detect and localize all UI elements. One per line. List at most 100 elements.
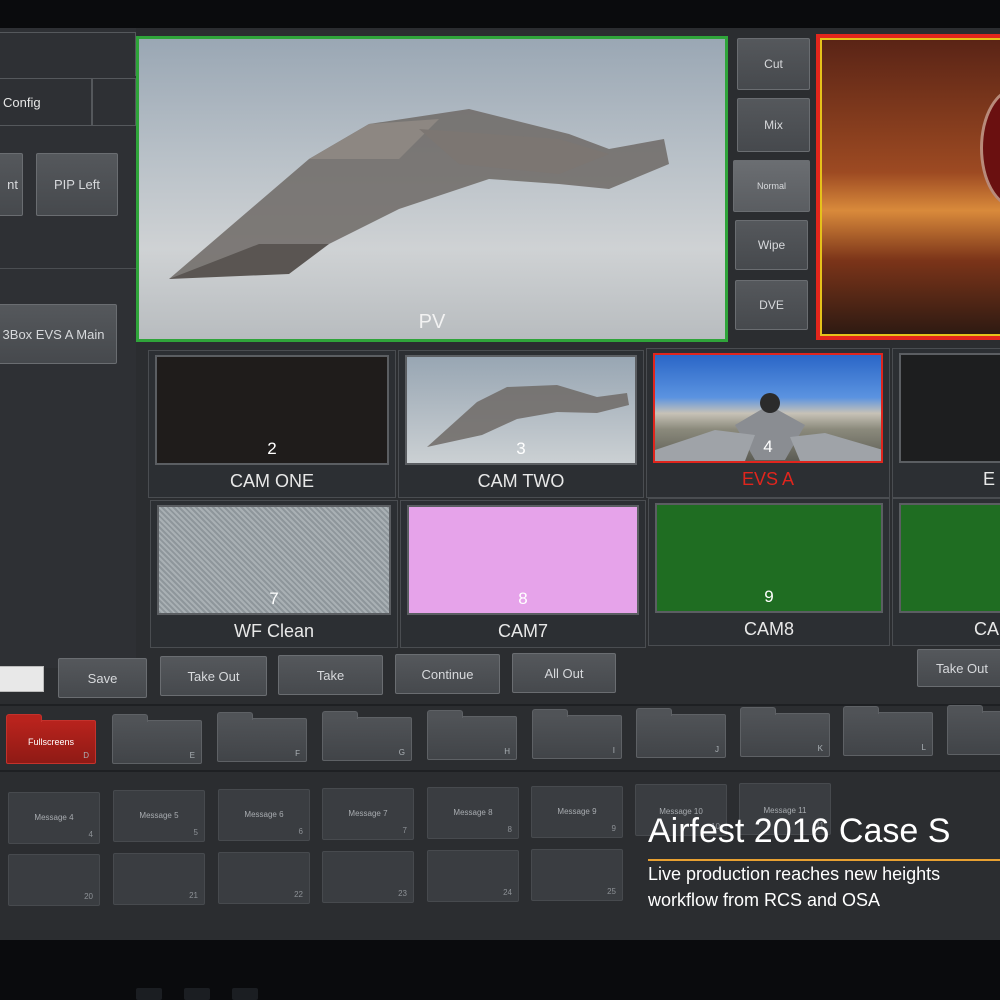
message-key: 7	[402, 826, 407, 835]
pip-right-label: nt	[7, 177, 18, 192]
source-name: CAM ONE	[229, 471, 314, 491]
save-button[interactable]: Save	[58, 658, 147, 698]
pip-left-button[interactable]: PIP Left	[36, 153, 118, 216]
pip-right-button[interactable]: nt	[0, 153, 23, 216]
folder-key: H	[504, 747, 510, 756]
source-tile[interactable]: 9 CAM8	[648, 498, 890, 646]
dve-button[interactable]: DVE	[735, 280, 808, 330]
folder-l[interactable]: L	[843, 706, 933, 756]
source-tile[interactable]: E	[892, 348, 1000, 498]
continue-label: Continue	[421, 666, 474, 682]
config-tab[interactable]: Config	[0, 78, 92, 126]
save-label: Save	[87, 670, 118, 686]
normal-button[interactable]: Normal	[733, 160, 810, 212]
source-number: 4	[763, 437, 773, 456]
aircraft-image	[169, 109, 669, 279]
message-key: 8	[507, 825, 512, 834]
config-tab[interactable]	[0, 32, 136, 76]
source-tile[interactable]: 8 CAM7	[400, 500, 646, 648]
message-label: Message 8	[453, 808, 493, 817]
folder-key: F	[295, 749, 300, 758]
message-key: 9	[611, 824, 616, 833]
cut-button[interactable]: Cut	[737, 38, 810, 90]
folder-e[interactable]: E	[112, 714, 202, 764]
message-button-7[interactable]: Message 7 7	[322, 788, 414, 840]
message-button-23[interactable]: 23	[322, 851, 414, 903]
message-label: Message 7	[348, 809, 388, 818]
wipe-label: Wipe	[757, 238, 786, 252]
folder-key: D	[83, 751, 89, 760]
source-tile-onair[interactable]: 4 EVS A	[646, 348, 890, 498]
folder-m[interactable]	[947, 705, 1000, 755]
message-key: 20	[84, 892, 93, 901]
message-key: 21	[189, 891, 198, 900]
folder-g[interactable]: G	[322, 711, 412, 761]
source-name: CAM7	[497, 621, 548, 641]
program-monitor[interactable]	[816, 34, 1000, 340]
source-tile[interactable]: 2 CAM ONE	[148, 350, 396, 498]
take-out-right-button[interactable]: Take Out	[917, 649, 1000, 687]
mix-button[interactable]: Mix	[737, 98, 810, 152]
folder-key: G	[398, 748, 405, 757]
message-button-22[interactable]: 22	[218, 852, 310, 904]
message-button-25[interactable]: 25	[531, 849, 623, 901]
message-key: 22	[294, 890, 303, 899]
message-button-9[interactable]: Message 9 9	[531, 786, 623, 838]
message-button-21[interactable]: 21	[113, 853, 205, 905]
folder-j[interactable]: J	[636, 708, 726, 758]
folder-h[interactable]: H	[427, 710, 517, 760]
overlay-subtitle-line1: Live production reaches new heights	[648, 864, 941, 884]
source-tile[interactable]: 7 WF Clean	[150, 500, 398, 648]
folder-fullscreens[interactable]: Fullscreens D	[6, 714, 96, 764]
message-button-6[interactable]: Message 6 6	[218, 789, 310, 841]
cut-label: Cut	[764, 57, 783, 71]
source-tile[interactable]: CA	[892, 498, 1000, 646]
source-name: CAM TWO	[477, 471, 565, 491]
folder-key: E	[189, 751, 195, 760]
name-input-field[interactable]	[0, 666, 44, 692]
folder-key: K	[817, 744, 823, 753]
source-select-button[interactable]: 3Box EVS A Main	[0, 304, 117, 364]
source-number: 3	[516, 439, 526, 458]
message-key: 25	[607, 887, 616, 896]
folder-i[interactable]: I	[532, 709, 622, 759]
folder-key: L	[921, 743, 926, 752]
mix-label: Mix	[764, 118, 783, 132]
take-button[interactable]: Take	[278, 655, 383, 695]
source-number: 9	[764, 587, 774, 606]
message-key: 5	[193, 828, 198, 837]
message-button-4[interactable]: Message 4 4	[8, 792, 100, 844]
divider	[0, 770, 1000, 772]
source-tile[interactable]: 3 CAM TWO	[398, 350, 644, 498]
source-number: 7	[269, 589, 279, 608]
folder-f[interactable]: F	[217, 712, 307, 762]
normal-label: Normal	[756, 181, 786, 191]
source-thumbnail	[899, 503, 1000, 613]
source-name: CA	[973, 619, 999, 639]
pip-left-label: PIP Left	[53, 177, 100, 192]
source-thumbnail	[899, 353, 1000, 463]
message-button-8[interactable]: Message 8 8	[427, 787, 519, 839]
message-button-20[interactable]: 20	[8, 854, 100, 906]
divider	[0, 268, 136, 269]
source-name: EVS A	[741, 469, 795, 489]
tab-blank[interactable]	[92, 78, 136, 126]
folder-k[interactable]: K	[740, 707, 830, 757]
source-name: E	[982, 469, 995, 489]
message-label: Message 9	[557, 807, 597, 816]
source-name: CAM8	[743, 619, 794, 639]
console-key	[136, 988, 162, 1000]
source-number: 2	[267, 439, 277, 458]
continue-button[interactable]: Continue	[395, 654, 500, 694]
wipe-button[interactable]: Wipe	[735, 220, 808, 270]
take-out-button[interactable]: Take Out	[160, 656, 267, 696]
preview-monitor[interactable]: PV	[136, 36, 728, 342]
source-select-label: 3Box EVS A Main	[2, 326, 105, 342]
all-out-label: All Out	[544, 665, 584, 681]
message-button-24[interactable]: 24	[427, 850, 519, 902]
overlay-title: Airfest 2016 Case S	[648, 812, 951, 850]
message-button-5[interactable]: Message 5 5	[113, 790, 205, 842]
message-key: 24	[503, 888, 512, 897]
message-key: 23	[398, 889, 407, 898]
all-out-button[interactable]: All Out	[512, 653, 616, 693]
